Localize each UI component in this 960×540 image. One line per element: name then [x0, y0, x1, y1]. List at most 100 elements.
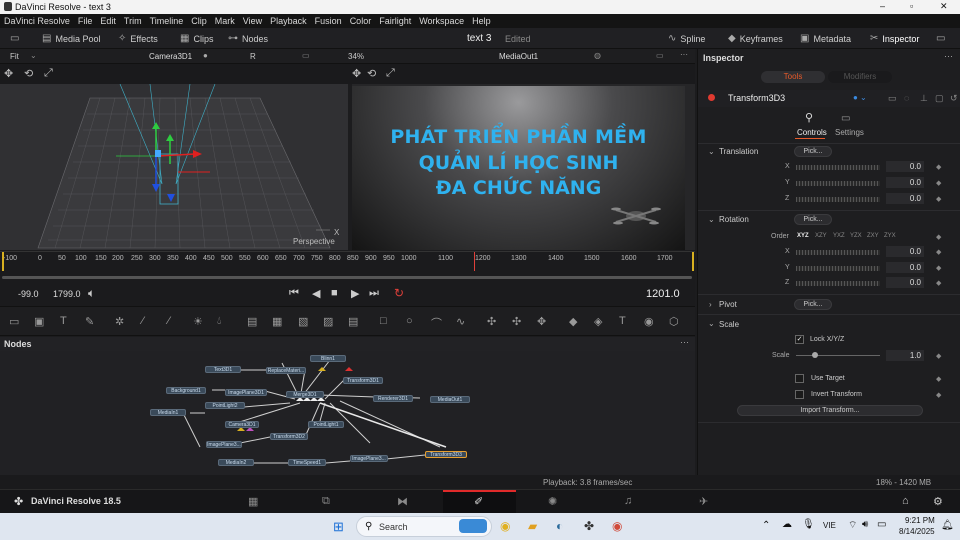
- menu-item[interactable]: Timeline: [150, 16, 184, 26]
- translation-z-slider[interactable]: [796, 197, 880, 202]
- droplet-icon[interactable]: 💧︎: [217, 315, 221, 328]
- go-to-start-icon[interactable]: ⏮︎: [289, 287, 299, 300]
- clock-time[interactable]: 9:21 PM: [905, 516, 935, 525]
- stop-icon[interactable]: ■: [331, 287, 338, 299]
- keyframe-icon[interactable]: ◆: [936, 264, 941, 272]
- keyframe-icon[interactable]: ◆: [936, 375, 941, 383]
- rotation-z-value[interactable]: 0.0: [886, 277, 924, 288]
- clock-date[interactable]: 8/14/2025: [899, 527, 935, 536]
- transform-tool-icon[interactable]: ▦: [272, 315, 282, 328]
- menu-item[interactable]: Edit: [100, 16, 116, 26]
- node-mediaout1[interactable]: MediaOut1: [430, 396, 470, 403]
- node-pointlight2[interactable]: PointLight2: [205, 402, 245, 409]
- tab-settings[interactable]: Settings: [835, 128, 864, 137]
- order-xzy[interactable]: XZY: [815, 233, 827, 239]
- merge3d-icon[interactable]: ◉: [644, 315, 654, 328]
- frame-icon[interactable]: ▭: [302, 51, 310, 60]
- rotation-z-slider[interactable]: [796, 281, 880, 286]
- keyframe-icon[interactable]: ◆: [936, 195, 941, 203]
- translation-x-value[interactable]: 0.0: [886, 161, 924, 172]
- clips-button[interactable]: ▦ Clips: [180, 28, 213, 49]
- section-pivot[interactable]: Pivot: [719, 300, 737, 309]
- fusion-page-tab[interactable]: ✐: [443, 490, 516, 514]
- keyframe-icon[interactable]: ◆: [936, 163, 941, 171]
- keyframe-icon[interactable]: ◆: [936, 391, 941, 399]
- scale-slider-track[interactable]: [796, 355, 880, 356]
- range-start-marker[interactable]: [2, 252, 4, 272]
- scrub-track[interactable]: [0, 271, 695, 282]
- background-tool-icon[interactable]: ▭: [9, 315, 19, 328]
- rotation-x-slider[interactable]: [796, 250, 880, 255]
- menu-item[interactable]: View: [243, 16, 262, 26]
- chevron-down-icon[interactable]: ⌄: [708, 319, 715, 328]
- more-options-icon[interactable]: ···: [680, 337, 689, 347]
- node-transform3d2[interactable]: Transform3D2: [270, 433, 308, 440]
- lock-xyz-checkbox[interactable]: ✓: [795, 335, 804, 344]
- playhead[interactable]: [474, 252, 475, 272]
- menu-item[interactable]: Mark: [215, 16, 235, 26]
- edit-page-icon[interactable]: ⧓: [397, 495, 408, 508]
- expand-icon[interactable]: ⤢: [386, 67, 395, 80]
- mask-icon[interactable]: ◍: [594, 51, 601, 60]
- shape3d-icon[interactable]: ◆: [569, 315, 577, 328]
- menu-item[interactable]: Workspace: [419, 16, 464, 26]
- move-icon[interactable]: ✥: [352, 67, 361, 80]
- node-transform3d3[interactable]: Transform3D3: [425, 451, 467, 458]
- current-frame[interactable]: 1201.0: [646, 288, 680, 300]
- chrome-icon[interactable]: ◉: [500, 519, 510, 533]
- range-end-marker[interactable]: [692, 252, 694, 272]
- node-replacematerial[interactable]: ReplaceMateri...: [266, 367, 306, 374]
- fairlight-page-icon[interactable]: ♫: [624, 495, 632, 507]
- fit-dropdown[interactable]: Fit: [10, 52, 19, 61]
- order-zxy[interactable]: ZXY: [867, 233, 879, 239]
- resize-tool-icon[interactable]: ▨: [323, 315, 333, 328]
- gear-icon[interactable]: ⚙: [933, 495, 943, 508]
- chevron-down-icon[interactable]: ⌄: [708, 215, 715, 224]
- ellipse-mask-icon[interactable]: ○: [406, 315, 413, 327]
- sidebar-toggle-icon[interactable]: ▭: [10, 33, 19, 44]
- text-tool-icon[interactable]: T: [60, 315, 67, 327]
- play-icon[interactable]: ▶: [351, 287, 359, 300]
- translation-y-slider[interactable]: [796, 181, 880, 186]
- color-sphere-icon[interactable]: ●: [203, 51, 208, 60]
- inspector-button[interactable]: ✂ Inspector: [870, 28, 919, 49]
- microphone-icon[interactable]: 🎙︎: [802, 519, 815, 530]
- file-explorer-icon[interactable]: ▰: [528, 519, 537, 533]
- rotation-x-value[interactable]: 0.0: [886, 246, 924, 257]
- scrub-bar[interactable]: [2, 276, 692, 279]
- reset-icon[interactable]: ↺: [950, 93, 958, 104]
- menu-item[interactable]: File: [78, 16, 93, 26]
- cut-page-icon[interactable]: ⧉: [322, 495, 330, 508]
- rotate-icon[interactable]: ⟲: [367, 67, 376, 80]
- home-icon[interactable]: ⌂: [902, 495, 909, 507]
- pick-button[interactable]: Pick...: [794, 146, 832, 157]
- tab-controls[interactable]: Controls: [797, 128, 827, 137]
- node-editor[interactable]: Blinn1 Text3D1 ReplaceMateri... Transfor…: [0, 351, 695, 475]
- menu-item[interactable]: Clip: [191, 16, 207, 26]
- language-indicator[interactable]: VIE: [823, 521, 836, 530]
- app-icon[interactable]: ◐: [556, 519, 563, 533]
- minimize-button[interactable]: –: [880, 1, 885, 11]
- use-target-checkbox[interactable]: [795, 374, 804, 383]
- go-to-end-icon[interactable]: ⏭︎: [369, 287, 379, 300]
- deliver-page-icon[interactable]: ✈: [699, 495, 708, 508]
- menu-item[interactable]: Playback: [270, 16, 307, 26]
- scale-slider-handle[interactable]: [812, 352, 818, 358]
- menu-item[interactable]: Color: [350, 16, 372, 26]
- node-imageplane3-b[interactable]: ImagePlane3...: [350, 455, 388, 462]
- battery-icon[interactable]: ▭: [877, 519, 886, 530]
- move-icon[interactable]: ✥: [4, 67, 13, 80]
- zoom-dropdown[interactable]: 34%: [348, 52, 364, 61]
- rotate-icon[interactable]: ⟲: [24, 67, 33, 80]
- node-timespeed1[interactable]: TimeSpeed1: [288, 459, 326, 466]
- translation-y-value[interactable]: 0.0: [886, 177, 924, 188]
- loop-icon[interactable]: ↻: [394, 286, 404, 300]
- menu-item[interactable]: DaVinci Resolve: [4, 16, 70, 26]
- fullscreen-icon[interactable]: ▭: [936, 33, 945, 44]
- section-rotation[interactable]: Rotation: [719, 215, 749, 224]
- letterbox-tool-icon[interactable]: ▤: [348, 315, 358, 328]
- davinci-taskbar-icon[interactable]: ✤: [584, 519, 594, 533]
- node-blinn1[interactable]: Blinn1: [310, 355, 346, 362]
- speaker-icon[interactable]: 🔊︎: [862, 519, 868, 530]
- keyframe-icon[interactable]: ◆: [936, 248, 941, 256]
